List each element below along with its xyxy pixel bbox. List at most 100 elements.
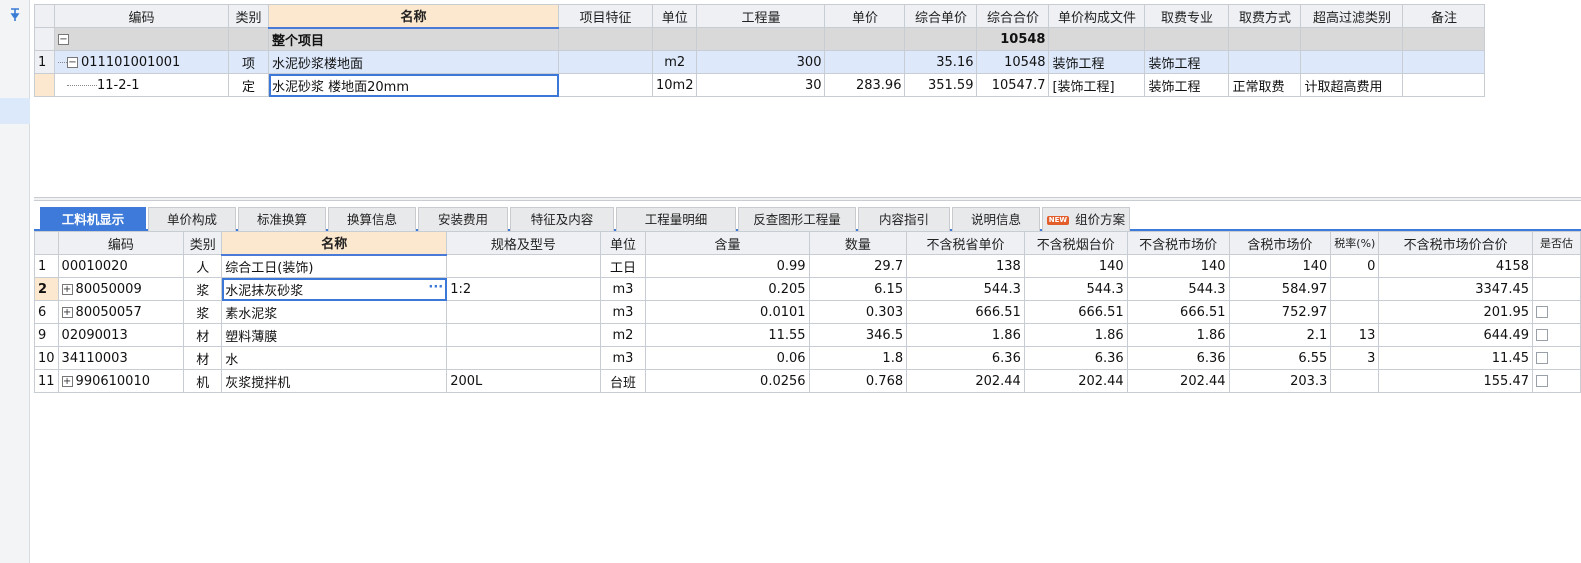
cell-comp-price[interactable]: [904, 27, 978, 51]
tab-content-guide[interactable]: 内容指引: [858, 207, 950, 231]
header-type[interactable]: 类别: [183, 231, 223, 255]
cell-content[interactable]: 0.0101: [645, 300, 810, 324]
more-options-icon[interactable]: ···: [428, 280, 443, 295]
top-header-type[interactable]: 类别: [228, 4, 269, 28]
cell-type[interactable]: 项: [228, 50, 269, 74]
top-header-fee-method[interactable]: 取费方式: [1228, 4, 1302, 28]
collapse-icon[interactable]: −: [67, 56, 78, 68]
cell-type[interactable]: 材: [183, 323, 223, 347]
cell-tax-rate[interactable]: 3: [1330, 346, 1380, 370]
cell-market-total[interactable]: 155.47: [1378, 369, 1533, 393]
cell-province-price[interactable]: 202.44: [906, 369, 1025, 393]
cell-fee-major[interactable]: [1144, 27, 1230, 51]
cell-unit[interactable]: 10m2: [651, 73, 698, 97]
top-header-fee-major[interactable]: 取费专业: [1144, 4, 1230, 28]
cell-name-editing[interactable]: 水泥砂浆 楼地面20mm: [268, 73, 559, 97]
cell-qty[interactable]: 30: [696, 73, 826, 97]
cell-market-total[interactable]: 11.45: [1378, 346, 1533, 370]
cell-province-price[interactable]: 666.51: [906, 300, 1025, 324]
cell-province-price[interactable]: 138: [906, 254, 1025, 278]
cell-comp-total[interactable]: 10548: [976, 50, 1050, 74]
cell-qty[interactable]: 346.5: [808, 323, 908, 347]
cell-market-price-tax[interactable]: 584.97: [1228, 277, 1332, 301]
top-header-price-file[interactable]: 单价构成文件: [1048, 4, 1146, 28]
tab-quantity-details[interactable]: 工程量明细: [616, 207, 736, 231]
cell-qty[interactable]: 6.15: [808, 277, 908, 301]
cell-qty[interactable]: 300: [696, 50, 826, 74]
header-name[interactable]: 名称: [221, 231, 448, 256]
tab-reverse-graphic-quantity[interactable]: 反查图形工程量: [738, 207, 856, 231]
estimate-checkbox[interactable]: [1536, 352, 1548, 364]
tab-conversion-info[interactable]: 换算信息: [328, 207, 416, 231]
top-header-comp-total[interactable]: 综合合价: [976, 4, 1050, 28]
table-row[interactable]: 1 00010020 人 综合工日(装饰) 工日 0.99 29.7 138 1…: [34, 254, 1581, 278]
cell-feature[interactable]: [558, 73, 653, 97]
cell-market-total[interactable]: 644.49: [1378, 323, 1533, 347]
cell-name[interactable]: 素水泥浆: [221, 300, 448, 324]
cell-remark[interactable]: [1402, 73, 1486, 97]
cell-fee-major[interactable]: 装饰工程: [1144, 73, 1230, 97]
cell-fee-method[interactable]: [1228, 50, 1302, 74]
tab-standard-conversion[interactable]: 标准换算: [238, 207, 326, 231]
cell-price-file[interactable]: [装饰工程]: [1048, 73, 1146, 97]
cell-is-estimate[interactable]: [1532, 300, 1581, 324]
cell-market-total[interactable]: 3347.45: [1378, 277, 1533, 301]
cell-content[interactable]: 0.205: [645, 277, 810, 301]
cell-comp-price[interactable]: 35.16: [904, 50, 978, 74]
cell-name[interactable]: 综合工日(装饰): [221, 254, 448, 278]
cell-yantai-price[interactable]: 140: [1023, 254, 1128, 278]
cell-is-estimate[interactable]: [1532, 277, 1581, 301]
header-market-price-tax[interactable]: 含税市场价: [1228, 231, 1332, 255]
cell-type[interactable]: 浆: [183, 300, 223, 324]
cell-unit[interactable]: 工日: [599, 254, 647, 278]
cell-province-price[interactable]: 544.3: [906, 277, 1025, 301]
header-market-total[interactable]: 不含税市场价合价: [1378, 231, 1533, 255]
top-header-code[interactable]: 编码: [54, 4, 229, 28]
table-row[interactable]: 1 −011101001001 项 水泥砂浆楼地面 m2 300 35.16 1…: [34, 50, 1486, 74]
cell-name[interactable]: 塑料薄膜: [221, 323, 448, 347]
cell-yantai-price[interactable]: 6.36: [1023, 346, 1128, 370]
collapse-icon[interactable]: −: [58, 33, 69, 45]
cell-name[interactable]: 水泥砂浆楼地面: [268, 50, 559, 74]
cell-content[interactable]: 11.55: [645, 323, 810, 347]
cell-comp-total[interactable]: 10548: [976, 27, 1050, 51]
cell-spec[interactable]: [446, 346, 601, 370]
cell-type[interactable]: 人: [183, 254, 223, 278]
cell-is-estimate[interactable]: [1532, 323, 1581, 347]
cell-qty[interactable]: 0.303: [808, 300, 908, 324]
cell-code[interactable]: −: [54, 27, 229, 51]
tab-labor-material-machine[interactable]: 工料机显示: [40, 207, 146, 231]
top-header-name[interactable]: 名称: [268, 4, 559, 29]
top-header-remark[interactable]: 备注: [1402, 4, 1486, 28]
cell-tax-rate[interactable]: [1330, 369, 1380, 393]
cell-filter[interactable]: [1300, 50, 1404, 74]
cell-unit[interactable]: m2: [599, 323, 647, 347]
cell-market-total[interactable]: 4158: [1378, 254, 1533, 278]
cell-spec[interactable]: [446, 323, 601, 347]
table-row-group[interactable]: − 整个项目 10548: [34, 27, 1486, 51]
cell-name[interactable]: 灰浆搅拌机: [221, 369, 448, 393]
cell-comp-total[interactable]: 10547.7: [976, 73, 1050, 97]
estimate-checkbox[interactable]: [1536, 329, 1548, 341]
header-code[interactable]: 编码: [57, 231, 185, 255]
cell-market-price[interactable]: 544.3: [1126, 277, 1230, 301]
cell-name-editing[interactable]: 水泥抹灰砂浆 ···: [221, 277, 448, 301]
expand-icon[interactable]: +: [61, 306, 73, 318]
cell-is-estimate[interactable]: [1532, 369, 1581, 393]
header-is-estimate[interactable]: 是否估: [1532, 231, 1581, 255]
cell-fee-method[interactable]: 正常取费: [1228, 73, 1302, 97]
cell-code[interactable]: +80050057: [57, 300, 185, 324]
cell-content[interactable]: 0.99: [645, 254, 810, 278]
cell-fee-method[interactable]: [1228, 27, 1302, 51]
cell-tax-rate[interactable]: 0: [1330, 254, 1380, 278]
cell-spec[interactable]: [446, 254, 601, 278]
cell-unit[interactable]: m3: [599, 346, 647, 370]
cell-unit[interactable]: m3: [599, 277, 647, 301]
cell-market-price-tax[interactable]: 752.97: [1228, 300, 1332, 324]
cell-remark[interactable]: [1402, 50, 1486, 74]
cell-province-price[interactable]: 1.86: [906, 323, 1025, 347]
cell-feature[interactable]: [558, 50, 653, 74]
cell-market-price[interactable]: 666.51: [1126, 300, 1230, 324]
cell-qty[interactable]: 29.7: [808, 254, 908, 278]
cell-type[interactable]: 定: [228, 73, 269, 97]
